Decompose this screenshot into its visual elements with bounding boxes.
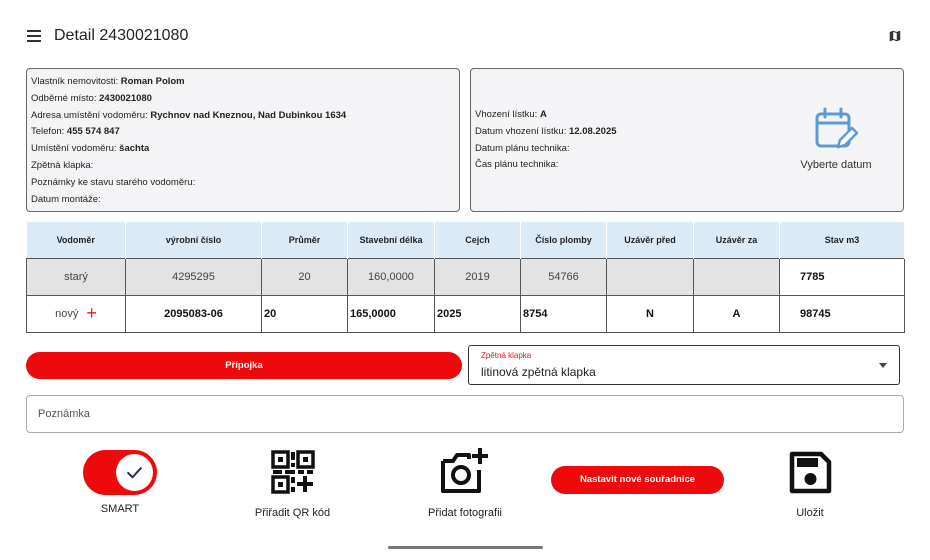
table-header-row: Vodoměr výrobní číslo Průměr Stavební dé… [26,222,905,258]
menu-icon[interactable] [27,30,41,42]
new-meter-row: nový + 2095083-06 20 165,0000 2025 8754 N… [26,294,905,333]
meter-location-line: Umístění vodoměru: šachta [31,143,150,155]
new-length-input[interactable]: 165,0000 [347,294,435,333]
technician-plan-date-line: Datum plánu technika: [475,142,570,154]
column-header: Stavební délka [347,222,435,258]
date-picker-button[interactable]: Vyberte datum [791,107,881,171]
installation-date-line: Datum montáže: [31,193,101,205]
new-valve-before-select[interactable]: N [606,294,694,333]
check-icon [127,467,142,479]
owner-name-line: Vlastník nemovitosti: Roman Polom [31,76,185,87]
home-indicator[interactable] [388,546,543,549]
calendar-edit-icon [815,107,858,149]
camera-plus-icon[interactable] [438,446,492,496]
new-serial-input[interactable]: 2095083-06 [125,294,262,333]
set-coordinates-button[interactable]: Nastavit nové souřadnice [551,466,724,494]
new-meter-label-cell: nový + [26,294,126,333]
check-valve-select-label: Zpětná klapka [481,351,532,360]
save-label[interactable]: Uložit [775,507,845,519]
check-valve-select-value: litinová zpětná klapka [481,365,596,379]
assign-qr-label[interactable]: Přiřadit QR kód [245,507,340,519]
meters-table: Vodoměr výrobní číslo Průměr Stavební dé… [26,222,905,333]
technician-plan-time-line: Čas plánu technika: [475,159,559,171]
consumption-point-line: Odběrné místo: 2430021080 [31,92,152,104]
ticket-info-panel: Vhození lístku: A Datum vhození lístku: … [470,68,904,212]
old-length-cell: 160,0000 [347,257,435,296]
add-photo-label[interactable]: Přidat fotografii [415,507,515,519]
owner-info-panel: Vlastník nemovitosti: Roman Polom Odběrn… [26,68,460,212]
ticket-drop-line: Vhození lístku: A [475,109,547,120]
map-icon[interactable] [888,29,902,43]
old-meter-label: starý [26,257,126,296]
qr-code-icon[interactable] [271,450,315,494]
date-picker-label: Vyberte datum [800,159,872,171]
column-header: výrobní číslo [125,222,262,258]
note-input[interactable] [26,395,904,433]
column-header: Vodoměr [26,222,126,258]
check-valve-select[interactable]: Zpětná klapka litinová zpětná klapka [468,345,900,385]
column-header: Průměr [261,222,348,258]
connection-button[interactable]: Přípojka [26,352,462,379]
check-valve-line: Zpětná klapka: [31,159,94,171]
old-valve-before-cell [606,257,694,296]
top-app-bar: Detail 2430021080 [0,0,930,60]
old-calibration-cell: 2019 [434,257,521,296]
old-meter-notes-line: Poznámky ke stavu starého vodoměru: [31,176,196,188]
plus-icon[interactable]: + [86,303,97,323]
smart-toggle[interactable] [83,450,157,495]
new-reading-input[interactable]: 98745 [779,294,905,333]
new-meter-label: nový [55,308,79,320]
phone-line: Telefon: 455 574 847 [31,126,120,138]
save-icon[interactable] [789,451,832,494]
column-header: Číslo plomby [520,222,607,258]
old-seal-cell: 54766 [520,257,607,296]
old-meter-row: starý 4295295 20 160,0000 2019 54766 778… [26,257,905,296]
new-seal-input[interactable]: 8754 [520,294,607,333]
old-reading-input[interactable]: 7785 [779,257,905,296]
new-calibration-input[interactable]: 2025 [434,294,521,333]
column-header: Uzávěr před [606,222,694,258]
page-title: Detail 2430021080 [54,27,189,44]
column-header: Stav m3 [779,222,905,258]
old-diameter-cell: 20 [261,257,348,296]
new-valve-after-select[interactable]: A [693,294,780,333]
dropdown-caret-icon[interactable] [879,363,887,368]
column-header: Uzávěr za [693,222,780,258]
toggle-knob [116,454,153,491]
ticket-drop-date-line: Datum vhození lístku: 12.08.2025 [475,125,617,137]
meter-address-line: Adresa umístění vodoměru: Rychnov nad Kn… [31,109,347,121]
column-header: Cejch [434,222,521,258]
new-diameter-input[interactable]: 20 [261,294,348,333]
old-serial-cell: 4295295 [125,257,262,296]
smart-label: SMART [100,503,140,515]
old-valve-after-cell [693,257,780,296]
